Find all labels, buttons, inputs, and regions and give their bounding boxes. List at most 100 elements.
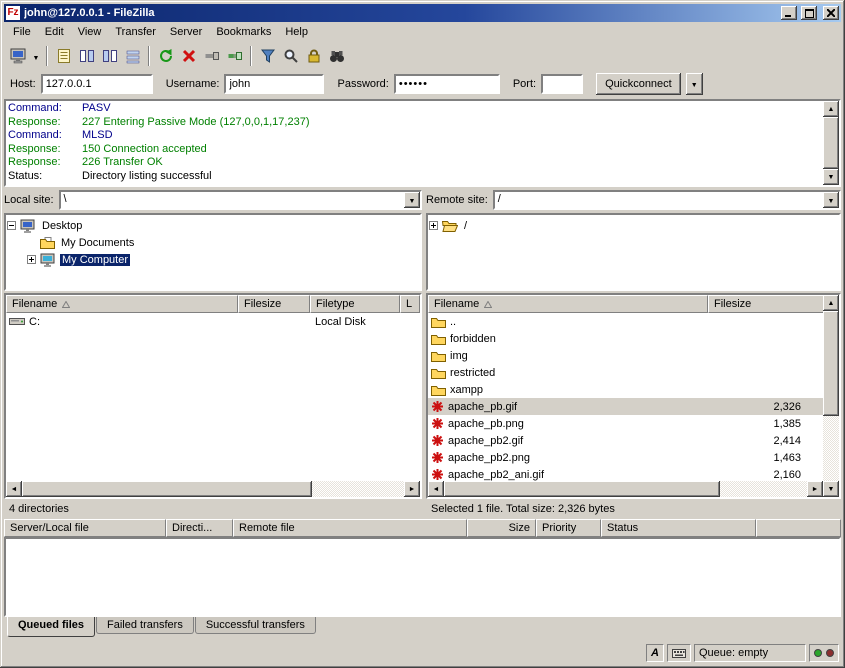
expand-icon[interactable] — [429, 221, 438, 230]
find-files-button[interactable] — [325, 45, 348, 67]
scroll-up-button[interactable] — [823, 101, 839, 117]
password-input[interactable] — [394, 74, 500, 94]
remote-file-row[interactable]: apache_pb2.gif 2,414 — [428, 432, 823, 449]
column-header-filename[interactable]: Filename — [6, 295, 238, 313]
scroll-down-button[interactable] — [823, 169, 839, 185]
site-manager-icon — [10, 48, 27, 64]
queue-body — [4, 537, 841, 617]
remote-file-row[interactable]: restricted — [428, 364, 823, 381]
scroll-up-button[interactable] — [823, 295, 839, 311]
column-header-truncated[interactable]: L — [400, 295, 420, 313]
file-name: C: — [29, 316, 40, 328]
scroll-left-button[interactable] — [6, 481, 22, 497]
username-input[interactable] — [224, 74, 324, 94]
remote-list-body: .. forbidden img restricted — [428, 313, 823, 481]
scrollbar-track[interactable] — [22, 481, 404, 497]
scrollbar-thumb[interactable] — [444, 481, 720, 497]
sync-browsing-button[interactable] — [302, 45, 325, 67]
toggle-log-button[interactable] — [52, 45, 75, 67]
remote-file-row-selected[interactable]: apache_pb.gif 2,326 — [428, 398, 823, 415]
collapse-icon[interactable] — [7, 221, 16, 230]
tree-item-root[interactable]: / — [429, 217, 838, 234]
queue-status-text: Queue: empty — [699, 647, 768, 659]
remote-site-combobox[interactable]: / — [493, 190, 841, 210]
scrollbar-track[interactable] — [823, 117, 839, 169]
menu-help[interactable]: Help — [278, 23, 315, 41]
remote-horizontal-scrollbar[interactable] — [428, 481, 823, 497]
statusbar: A Queue: empty — [4, 640, 841, 664]
column-header-direction[interactable]: Directi... — [166, 519, 233, 537]
scrollbar-thumb[interactable] — [22, 481, 312, 497]
refresh-button[interactable] — [154, 45, 177, 67]
remote-site-dropdown-button[interactable] — [823, 192, 839, 208]
remote-file-row[interactable]: apache_pb.png 1,385 — [428, 415, 823, 432]
column-header-filename[interactable]: Filename — [428, 295, 708, 313]
scroll-left-button[interactable] — [428, 481, 444, 497]
menu-server[interactable]: Server — [163, 23, 209, 41]
quickconnect-button[interactable]: Quickconnect — [596, 73, 681, 95]
host-input[interactable] — [41, 74, 153, 94]
site-manager-button[interactable] — [7, 45, 30, 67]
remote-file-row[interactable]: apache_pb2_ani.gif 2,160 — [428, 466, 823, 481]
reconnect-button[interactable] — [223, 45, 246, 67]
minimize-icon — [785, 9, 793, 17]
column-header-remote-file[interactable]: Remote file — [233, 519, 467, 537]
column-header-size[interactable]: Size — [467, 519, 536, 537]
local-site-dropdown-button[interactable] — [404, 192, 420, 208]
file-name: .. — [450, 316, 456, 328]
compare-button[interactable] — [279, 45, 302, 67]
filter-button[interactable] — [256, 45, 279, 67]
maximize-button[interactable] — [801, 6, 817, 20]
window-title: john@127.0.0.1 - FileZilla — [24, 7, 777, 19]
remote-file-row[interactable]: apache_pb2.png 1,463 — [428, 449, 823, 466]
port-input[interactable] — [541, 74, 583, 94]
scrollbar-thumb[interactable] — [823, 117, 839, 169]
scrollbar-thumb[interactable] — [823, 311, 839, 416]
site-manager-dropdown-button[interactable] — [30, 45, 42, 67]
scroll-right-button[interactable] — [807, 481, 823, 497]
tab-successful-transfers[interactable]: Successful transfers — [195, 617, 316, 634]
menu-file[interactable]: File — [6, 23, 38, 41]
scrollbar-track[interactable] — [823, 311, 839, 481]
scroll-down-button[interactable] — [823, 481, 839, 497]
menu-edit[interactable]: Edit — [38, 23, 71, 41]
tab-queued-files[interactable]: Queued files — [7, 617, 95, 637]
local-site-label: Local site: — [4, 194, 54, 206]
toggle-remote-tree-button[interactable] — [98, 45, 121, 67]
column-header-filesize[interactable]: Filesize — [238, 295, 310, 313]
menu-view[interactable]: View — [71, 23, 109, 41]
tab-failed-transfers[interactable]: Failed transfers — [96, 617, 194, 634]
expand-icon[interactable] — [27, 255, 36, 264]
toggle-local-tree-button[interactable] — [75, 45, 98, 67]
tree-item-my-documents[interactable]: My Documents — [7, 234, 419, 251]
file-name: apache_pb.gif — [448, 401, 517, 413]
column-header-filesize[interactable]: Filesize — [708, 295, 823, 313]
local-site-combobox[interactable]: \ — [59, 190, 422, 210]
quickconnect-dropdown-button[interactable] — [686, 73, 703, 95]
local-file-row[interactable]: C: Local Disk — [6, 313, 420, 330]
activity-indicator-panel — [809, 644, 839, 662]
toggle-queue-button[interactable] — [121, 45, 144, 67]
remote-file-row[interactable]: .. — [428, 313, 823, 330]
scroll-right-button[interactable] — [404, 481, 420, 497]
disconnect-button[interactable] — [200, 45, 223, 67]
scrollbar-track[interactable] — [444, 481, 807, 497]
menu-transfer[interactable]: Transfer — [108, 23, 163, 41]
local-horizontal-scrollbar[interactable] — [6, 481, 420, 497]
tree-item-my-computer[interactable]: My Computer — [7, 251, 419, 268]
column-header-filetype[interactable]: Filetype — [310, 295, 400, 313]
log-vertical-scrollbar[interactable] — [823, 101, 839, 185]
remote-file-row[interactable]: forbidden — [428, 330, 823, 347]
close-button[interactable] — [823, 6, 839, 20]
cancel-button[interactable] — [177, 45, 200, 67]
tree-item-desktop[interactable]: Desktop — [7, 217, 419, 234]
column-header-server-local-file[interactable]: Server/Local file — [4, 519, 166, 537]
remote-file-row[interactable]: xampp — [428, 381, 823, 398]
menu-bookmarks[interactable]: Bookmarks — [209, 23, 278, 41]
remote-vertical-scrollbar[interactable] — [823, 295, 839, 497]
column-header-status[interactable]: Status — [601, 519, 756, 537]
minimize-button[interactable] — [781, 6, 797, 20]
desktop-icon — [20, 219, 36, 233]
remote-file-row[interactable]: img — [428, 347, 823, 364]
column-header-priority[interactable]: Priority — [536, 519, 601, 537]
